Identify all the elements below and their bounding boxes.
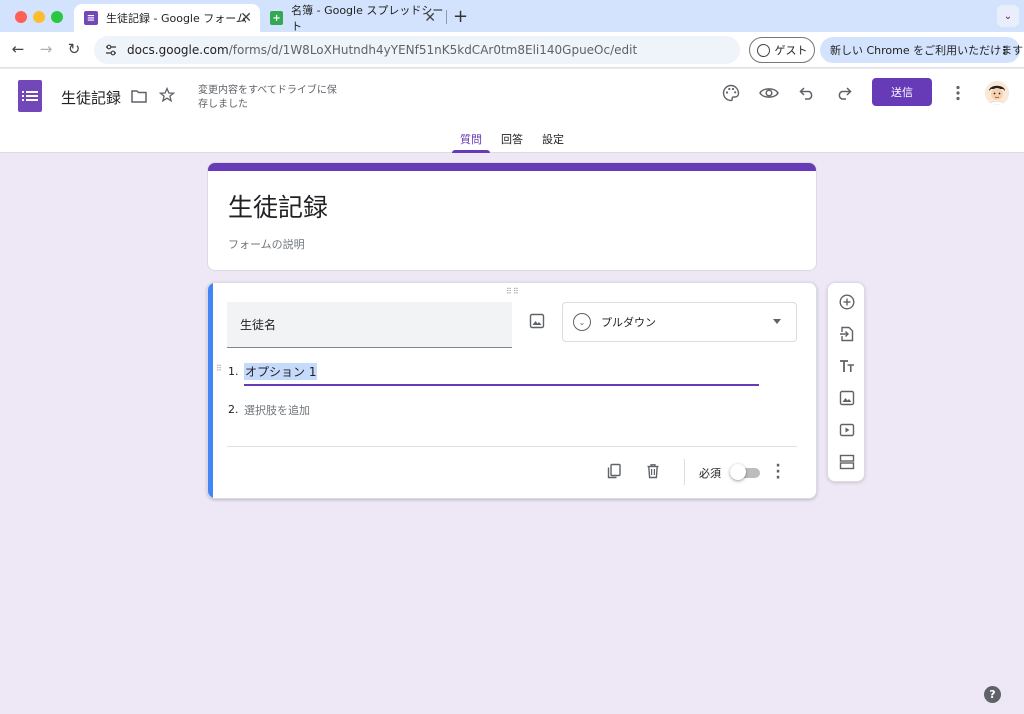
question-title-input[interactable]: 生徒名	[227, 302, 512, 348]
active-card-indicator	[208, 283, 213, 498]
logo-line	[26, 99, 38, 101]
required-label: 必須	[699, 467, 721, 480]
browser-tab-strip: ≡ 生徒記録 - Google フォーム ✕ + 名簿 - Google スプレ…	[0, 0, 1024, 33]
caret-down-icon	[773, 319, 781, 324]
site-settings-icon[interactable]	[103, 42, 119, 58]
question-type-dropdown[interactable]: ⌄ プルダウン	[562, 302, 797, 342]
required-toggle[interactable]	[730, 464, 760, 480]
save-status: 変更内容をすべてドライブに保存しました	[198, 85, 337, 110]
more-vert-icon[interactable]: · · ·	[774, 459, 782, 485]
eye-preview-icon[interactable]	[759, 85, 779, 104]
import-questions-icon[interactable]	[839, 326, 855, 342]
url-text: docs.google.com/forms/d/1W8LoXHutndh4yYE…	[127, 43, 637, 57]
tab-title: 生徒記録 - Google フォーム	[106, 12, 247, 25]
redo-icon[interactable]	[836, 85, 852, 104]
form-description[interactable]: フォームの説明	[228, 236, 305, 252]
question-card[interactable]: ⠿⠿ 生徒名 ⌄ プルダウン ⠿ 1. オプション 1 2. 選択肢を追加 必須…	[207, 282, 817, 499]
browser-toolbar: ← → ↻ docs.google.com/forms/d/1W8LoXHutn…	[0, 32, 1024, 68]
option-input[interactable]: オプション 1	[244, 363, 318, 380]
help-icon[interactable]: ?	[984, 686, 1001, 703]
delete-icon[interactable]	[645, 463, 661, 479]
minimize-window-button[interactable]	[33, 11, 45, 23]
close-window-button[interactable]	[15, 11, 27, 23]
drag-handle-icon[interactable]: ⠿⠿	[506, 287, 520, 296]
guest-profile-button[interactable]: ゲスト	[749, 37, 815, 63]
option-number: 1.	[228, 365, 239, 378]
avatar[interactable]	[985, 81, 1009, 105]
tab-responses[interactable]: 回答	[501, 131, 523, 147]
form-title-card[interactable]: 生徒記録 フォームの説明	[207, 162, 817, 271]
palette-icon[interactable]	[722, 84, 740, 106]
tab-search-chevron-icon[interactable]: ⌄	[997, 5, 1019, 27]
tab-questions[interactable]: 質問	[460, 131, 482, 147]
add-image-icon[interactable]	[529, 313, 545, 329]
star-icon[interactable]	[158, 86, 176, 107]
update-label: 新しい Chrome をご利用いただけます	[830, 44, 1024, 57]
new-tab-button[interactable]: +	[453, 6, 468, 27]
logo-dot	[22, 91, 24, 93]
maximize-window-button[interactable]	[51, 11, 63, 23]
duplicate-icon[interactable]	[606, 463, 622, 479]
logo-dot	[22, 99, 24, 101]
document-title[interactable]: 生徒記録	[61, 87, 121, 108]
option-input-underline	[244, 384, 759, 386]
logo-line	[26, 91, 38, 93]
add-image-icon[interactable]	[839, 390, 855, 406]
more-vert-icon[interactable]: ⋮	[999, 44, 1010, 57]
card-footer-divider	[227, 446, 797, 447]
add-title-icon[interactable]	[839, 358, 855, 374]
chrome-update-button[interactable]: 新しい Chrome をご利用いただけます ⋮	[820, 37, 1024, 63]
guest-label: ゲスト	[774, 44, 808, 57]
tab-title: 名簿 - Google スプレッドシート	[291, 4, 444, 33]
back-arrow-icon[interactable]: ←	[8, 40, 28, 58]
floating-toolbar	[827, 282, 865, 482]
form-title[interactable]: 生徒記録	[228, 188, 328, 224]
address-bar[interactable]: docs.google.com/forms/d/1W8LoXHutndh4yYE…	[94, 36, 740, 64]
logo-line	[26, 95, 38, 97]
close-icon[interactable]: ✕	[240, 10, 252, 26]
form-tabs: 質問 回答 設定	[0, 129, 1024, 153]
title-card-accent	[208, 163, 816, 171]
forms-header: 生徒記録 変更内容をすべてドライブに保存しました 送信 質問 回答 設定	[0, 69, 1024, 153]
add-question-icon[interactable]	[839, 294, 855, 310]
url-path: /forms/d/1W8LoXHutndh4yYENf51nK5kdCAr0tm…	[228, 43, 638, 57]
logo-dot	[22, 95, 24, 97]
forms-icon: ≡	[84, 11, 98, 25]
undo-icon[interactable]	[799, 85, 815, 104]
more-vert-icon[interactable]	[955, 85, 961, 105]
add-option-link[interactable]: 選択肢を追加	[244, 402, 310, 418]
reload-icon[interactable]: ↻	[64, 40, 84, 58]
option-drag-handle-icon[interactable]: ⠿	[216, 365, 226, 373]
toggle-thumb	[730, 464, 746, 480]
dropdown-circle-icon: ⌄	[573, 313, 591, 331]
question-type-label: プルダウン	[601, 316, 656, 329]
forward-arrow-icon[interactable]: →	[36, 40, 56, 58]
profile-icon	[756, 43, 770, 57]
browser-tab-forms[interactable]: ≡ 生徒記録 - Google フォーム ✕	[74, 4, 260, 32]
sheets-icon: +	[270, 11, 284, 25]
add-video-icon[interactable]	[839, 422, 855, 438]
close-icon[interactable]: ✕	[424, 10, 436, 26]
forms-logo-icon[interactable]	[18, 80, 42, 112]
footer-separator	[684, 459, 685, 485]
url-host: docs.google.com	[127, 43, 229, 57]
active-tab-indicator	[452, 150, 490, 153]
tab-divider	[446, 10, 447, 24]
folder-icon[interactable]	[131, 88, 147, 107]
browser-tab-sheets[interactable]: + 名簿 - Google スプレッドシート ✕	[260, 4, 444, 33]
option-number: 2.	[228, 403, 239, 416]
tab-settings[interactable]: 設定	[542, 131, 564, 147]
add-section-icon[interactable]	[839, 454, 855, 470]
send-button[interactable]: 送信	[872, 78, 932, 106]
